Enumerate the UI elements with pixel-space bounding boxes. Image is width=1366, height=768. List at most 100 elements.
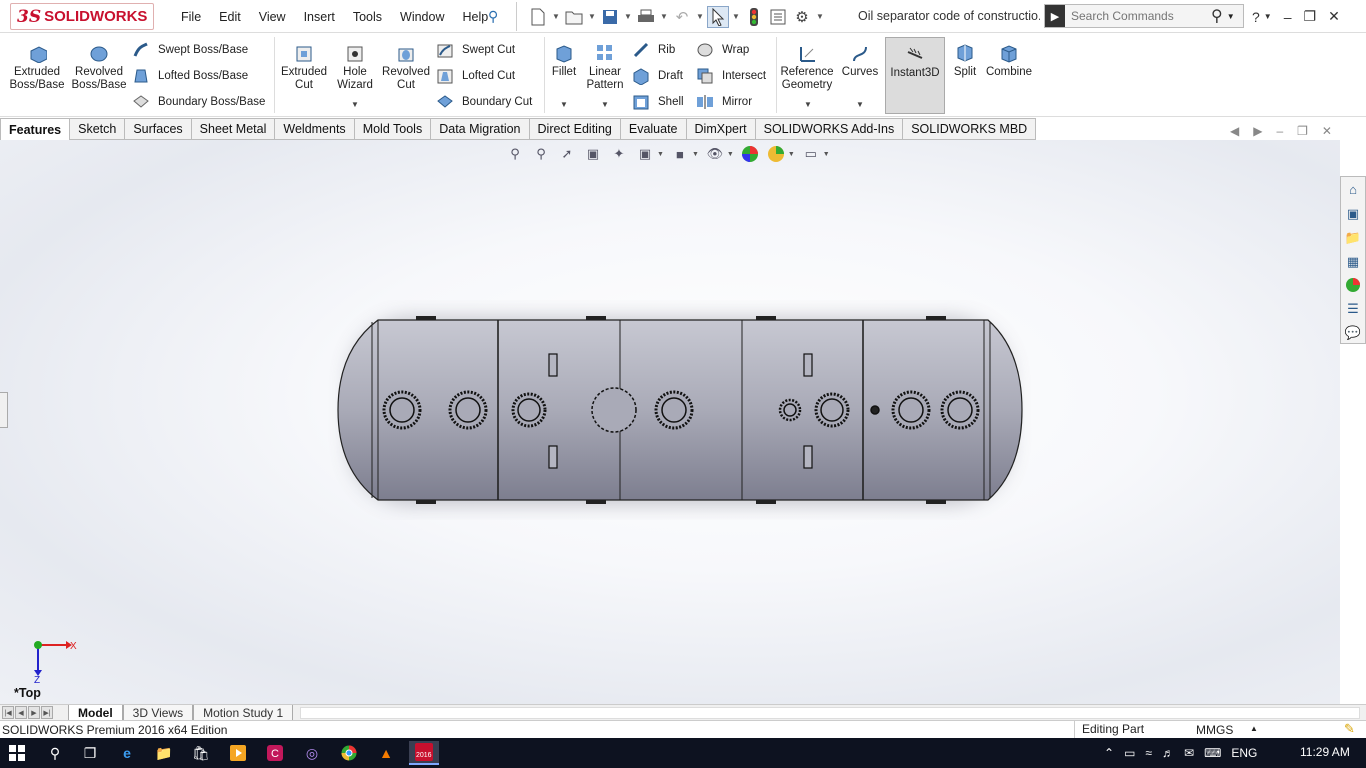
tab-sketch[interactable]: Sketch	[70, 118, 126, 140]
search-commands-box[interactable]: ▶ ⚲ ▼	[1044, 4, 1244, 28]
search-input[interactable]	[1065, 9, 1205, 23]
instant3d-button[interactable]: Instant3D	[885, 37, 945, 114]
first-tab-icon[interactable]: |◀	[2, 706, 14, 719]
feature-manager-expand-handle[interactable]	[0, 392, 8, 428]
unit-system-dropdown[interactable]: ▲	[1250, 724, 1258, 733]
lofted-boss-button[interactable]: Lofted Boss/Base	[132, 67, 248, 85]
last-tab-icon[interactable]: ▶|	[41, 706, 53, 719]
search-icon[interactable]: ⚲	[1211, 6, 1223, 26]
prev-tab-icon[interactable]: ◀	[15, 706, 27, 719]
apply-scene-dropdown[interactable]: ▼	[788, 151, 795, 158]
tab-sheet-metal[interactable]: Sheet Metal	[191, 118, 276, 140]
save-icon[interactable]	[599, 6, 621, 28]
next-document-icon[interactable]: ▶	[1253, 124, 1262, 138]
file-explorer-icon[interactable]: 📁	[1343, 228, 1363, 248]
keyboard-icon[interactable]: ⌨	[1204, 746, 1221, 760]
split-button[interactable]: Split	[948, 43, 982, 79]
select-pointer-icon[interactable]	[707, 5, 729, 28]
tab-features[interactable]: Features	[0, 118, 71, 140]
wrap-button[interactable]: Wrap	[696, 41, 749, 59]
new-document-icon[interactable]	[527, 6, 549, 28]
menu-view[interactable]: View	[250, 10, 295, 24]
save-dropdown[interactable]: ▼	[623, 12, 633, 21]
boundary-cut-button[interactable]: Boundary Cut	[436, 93, 532, 111]
new-dropdown[interactable]: ▼	[551, 12, 561, 21]
horizontal-scrollbar[interactable]	[300, 707, 1360, 719]
view-settings-monitor-icon[interactable]: ▭	[801, 144, 821, 164]
previous-view-icon[interactable]: ➚	[557, 144, 577, 164]
clock[interactable]: 11:29 AM	[1300, 745, 1350, 759]
media-player-icon[interactable]	[223, 741, 253, 765]
boundary-boss-button[interactable]: Boundary Boss/Base	[132, 93, 265, 111]
appearances-icon[interactable]	[1343, 275, 1363, 295]
options-gear-icon[interactable]: ⚙	[791, 6, 813, 28]
task-view-icon[interactable]: ❐	[75, 741, 105, 765]
print-dropdown[interactable]: ▼	[659, 12, 669, 21]
select-dropdown[interactable]: ▼	[731, 12, 741, 21]
combine-button[interactable]: Combine	[984, 43, 1034, 79]
edge-browser-icon[interactable]: e	[112, 741, 142, 765]
draft-button[interactable]: Draft	[632, 67, 683, 85]
store-icon[interactable]: 🛍	[186, 741, 216, 765]
tab-motion-study[interactable]: Motion Study 1	[193, 705, 294, 721]
graphics-area[interactable]: ⚲ ⚲ ➚ ▣ ✦ ▣ ▼ ■ ▼ 👁 ▼ ▼ ▭ ▼ X Z *Top	[0, 140, 1340, 704]
doc-close-icon[interactable]: ✕	[1322, 124, 1332, 138]
tab-model[interactable]: Model	[68, 705, 123, 721]
home-icon[interactable]: ⌂	[1343, 180, 1363, 200]
reference-geometry-dropdown[interactable]: ▼	[804, 100, 812, 109]
view-orientation-icon[interactable]: ▣	[635, 144, 655, 164]
section-view-icon[interactable]: ▣	[583, 144, 603, 164]
unit-system-label[interactable]: MMGS	[1196, 723, 1233, 737]
tab-evaluate[interactable]: Evaluate	[620, 118, 687, 140]
doc-restore-icon[interactable]: ❐	[1297, 124, 1308, 138]
doc-minimize-icon[interactable]: –	[1276, 124, 1283, 138]
rib-button[interactable]: Rib	[632, 41, 675, 59]
hide-show-dropdown[interactable]: ▼	[727, 151, 734, 158]
fillet-dropdown[interactable]: ▼	[560, 100, 568, 109]
swept-cut-button[interactable]: Swept Cut	[436, 41, 515, 59]
view-orientation-dropdown[interactable]: ▼	[657, 151, 664, 158]
close-icon[interactable]: ✕	[1328, 8, 1340, 25]
menu-tools[interactable]: Tools	[344, 10, 391, 24]
help-icon[interactable]: ?	[1252, 9, 1260, 25]
app-c-icon[interactable]: C	[260, 741, 290, 765]
wifi-icon[interactable]: ≈	[1145, 746, 1152, 760]
prev-document-icon[interactable]: ◀	[1230, 124, 1239, 138]
extruded-boss-button[interactable]: Extruded Boss/Base	[8, 43, 66, 92]
linear-pattern-button[interactable]: Linear Pattern	[584, 43, 626, 92]
show-hidden-icons-icon[interactable]: ⌃	[1104, 746, 1114, 760]
volume-icon[interactable]: ♬	[1162, 746, 1174, 760]
tab-direct-editing[interactable]: Direct Editing	[529, 118, 621, 140]
mirror-button[interactable]: Mirror	[696, 93, 752, 111]
tab-surfaces[interactable]: Surfaces	[125, 118, 192, 140]
pin-menu-icon[interactable]: ⚲	[488, 8, 498, 25]
tab-data-migration[interactable]: Data Migration	[431, 118, 530, 140]
revolved-cut-button[interactable]: Revolved Cut	[380, 43, 432, 92]
tab-mold-tools[interactable]: Mold Tools	[354, 118, 432, 140]
windows-start-icon[interactable]	[2, 741, 32, 765]
hole-wizard-dropdown[interactable]: ▼	[351, 100, 359, 109]
rebuild-tip-icon[interactable]: ✎	[1344, 721, 1355, 737]
rebuild-traffic-light-icon[interactable]	[743, 6, 765, 28]
file-properties-icon[interactable]	[767, 6, 789, 28]
curves-dropdown[interactable]: ▼	[856, 100, 864, 109]
revolved-boss-button[interactable]: Revolved Boss/Base	[70, 43, 128, 92]
tab-solidworks-addins[interactable]: SOLIDWORKS Add-Ins	[755, 118, 904, 140]
action-center-icon[interactable]: ✉	[1184, 746, 1194, 760]
oil-separator-model[interactable]	[320, 300, 1040, 520]
zoom-to-fit-icon[interactable]: ⚲	[505, 144, 525, 164]
menu-insert[interactable]: Insert	[295, 10, 344, 24]
custom-properties-icon[interactable]: ☰	[1343, 299, 1363, 319]
chrome-icon[interactable]	[334, 741, 364, 765]
fillet-button[interactable]: Fillet	[546, 43, 582, 79]
edit-appearance-icon[interactable]	[740, 144, 760, 164]
vlc-icon[interactable]: ▲	[371, 741, 401, 765]
next-tab-icon[interactable]: ▶	[28, 706, 40, 719]
display-style-icon[interactable]: ■	[670, 144, 690, 164]
design-library-icon[interactable]: ▣	[1343, 204, 1363, 224]
lofted-cut-button[interactable]: Lofted Cut	[436, 67, 515, 85]
restore-icon[interactable]: ❐	[1304, 8, 1317, 25]
open-folder-icon[interactable]	[563, 6, 585, 28]
curves-button[interactable]: Curves	[838, 43, 882, 79]
minimize-icon[interactable]: –	[1284, 9, 1292, 25]
